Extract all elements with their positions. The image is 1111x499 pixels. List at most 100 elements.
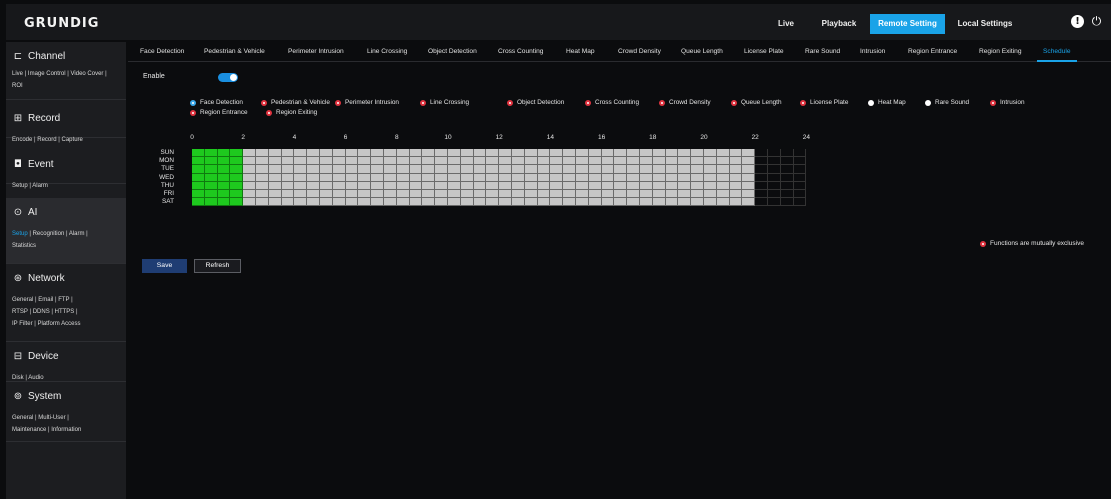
schedule-cell[interactable] [627,149,640,158]
schedule-cell[interactable] [358,190,372,199]
schedule-cell[interactable] [665,157,679,166]
schedule-cell[interactable] [576,173,589,182]
schedule-cell[interactable] [537,157,551,166]
schedule-cell[interactable] [192,157,205,166]
schedule-cell[interactable] [614,173,628,182]
schedule-cell[interactable] [729,190,743,199]
schedule-cell[interactable] [780,190,794,199]
schedule-cell[interactable] [640,149,653,158]
schedule-cell[interactable] [678,198,692,207]
schedule-cell[interactable] [371,157,384,166]
schedule-cell[interactable] [742,157,756,166]
schedule-cell[interactable] [614,181,628,190]
schedule-cell[interactable] [384,165,397,174]
schedule-cell[interactable] [268,157,282,166]
schedule-cell[interactable] [192,181,205,190]
refresh-button[interactable]: Refresh [194,259,241,273]
schedule-cell[interactable] [716,149,730,158]
schedule-cell[interactable] [691,181,704,190]
nav-playback[interactable]: Playback [814,14,864,34]
schedule-cell[interactable] [588,149,602,158]
schedule-cell[interactable] [691,165,704,174]
schedule-cell[interactable] [550,165,564,174]
schedule-cell[interactable] [576,181,589,190]
schedule-cell[interactable] [422,190,436,199]
schedule-cell[interactable] [768,190,781,199]
schedule-cell[interactable] [742,181,756,190]
power-icon[interactable]: ⏻ [1090,15,1103,28]
schedule-cell[interactable] [588,165,602,174]
schedule-cell[interactable] [217,149,231,158]
sidebar-link-alarm[interactable]: Alarm [69,231,85,237]
schedule-cell[interactable] [332,173,346,182]
schedule-cell[interactable] [550,190,564,199]
schedule-cell[interactable] [409,198,423,207]
sidebar-link-roi[interactable]: ROI [12,83,23,89]
schedule-cell[interactable] [486,149,500,158]
radio-intrusion[interactable]: Intrusion [990,99,1025,106]
schedule-cell[interactable] [652,198,666,207]
schedule-cell[interactable] [473,149,487,158]
radio-heat-map[interactable]: Heat Map [868,99,906,106]
info-icon[interactable]: ! [1071,15,1084,28]
schedule-cell[interactable] [640,165,653,174]
sidebar-link-ip-filter[interactable]: IP Filter [12,321,33,327]
schedule-cell[interactable] [665,198,679,207]
schedule-cell[interactable] [460,157,474,166]
schedule-cell[interactable] [563,165,576,174]
schedule-cell[interactable] [256,198,269,207]
schedule-cell[interactable] [332,157,346,166]
schedule-cell[interactable] [665,190,679,199]
schedule-cell[interactable] [345,190,359,199]
sidebar-link-ftp[interactable]: FTP [58,297,69,303]
schedule-cell[interactable] [281,149,295,158]
schedule-cell[interactable] [320,198,333,207]
schedule-cell[interactable] [716,165,730,174]
sidebar-link-disk[interactable]: Disk [12,375,24,381]
schedule-cell[interactable] [473,181,487,190]
tab-queue-length[interactable]: Queue Length [681,48,723,55]
radio-rare-sound[interactable]: Rare Sound [925,99,969,106]
schedule-cell[interactable] [550,149,564,158]
schedule-cell[interactable] [192,149,205,158]
schedule-cell[interactable] [409,190,423,199]
schedule-cell[interactable] [678,157,692,166]
schedule-cell[interactable] [435,149,448,158]
schedule-cell[interactable] [780,173,794,182]
sidebar-link-multi-user[interactable]: Multi-User [38,415,65,421]
sidebar-title-network[interactable]: ⊛ Network [12,273,65,284]
schedule-cell[interactable] [780,157,794,166]
schedule-cell[interactable] [448,173,461,182]
schedule-cell[interactable] [691,198,704,207]
schedule-cell[interactable] [627,165,640,174]
schedule-cell[interactable] [524,198,538,207]
schedule-cell[interactable] [588,198,602,207]
schedule-cell[interactable] [614,157,628,166]
sidebar-link-email[interactable]: Email [38,297,53,303]
schedule-cell[interactable] [256,149,269,158]
schedule-cell[interactable] [396,181,410,190]
schedule-cell[interactable] [307,190,320,199]
schedule-cell[interactable] [332,190,346,199]
schedule-cell[interactable] [768,165,781,174]
tab-crowd-density[interactable]: Crowd Density [618,48,661,55]
sidebar-title-record[interactable]: ⊞ Record [12,113,60,124]
schedule-cell[interactable] [742,173,756,182]
schedule-cell[interactable] [345,181,359,190]
enable-toggle[interactable] [218,73,238,82]
sidebar-link-recognition[interactable]: Recognition [33,231,65,237]
schedule-cell[interactable] [614,198,628,207]
schedule-cell[interactable] [358,149,372,158]
schedule-cell[interactable] [793,165,807,174]
schedule-cell[interactable] [640,173,653,182]
schedule-cell[interactable] [371,165,384,174]
schedule-cell[interactable] [563,173,576,182]
schedule-cell[interactable] [524,165,538,174]
schedule-cell[interactable] [588,181,602,190]
schedule-cell[interactable] [601,165,615,174]
schedule-cell[interactable] [627,173,640,182]
schedule-cell[interactable] [716,157,730,166]
schedule-cell[interactable] [217,165,231,174]
schedule-cell[interactable] [435,157,448,166]
schedule-cell[interactable] [320,181,333,190]
